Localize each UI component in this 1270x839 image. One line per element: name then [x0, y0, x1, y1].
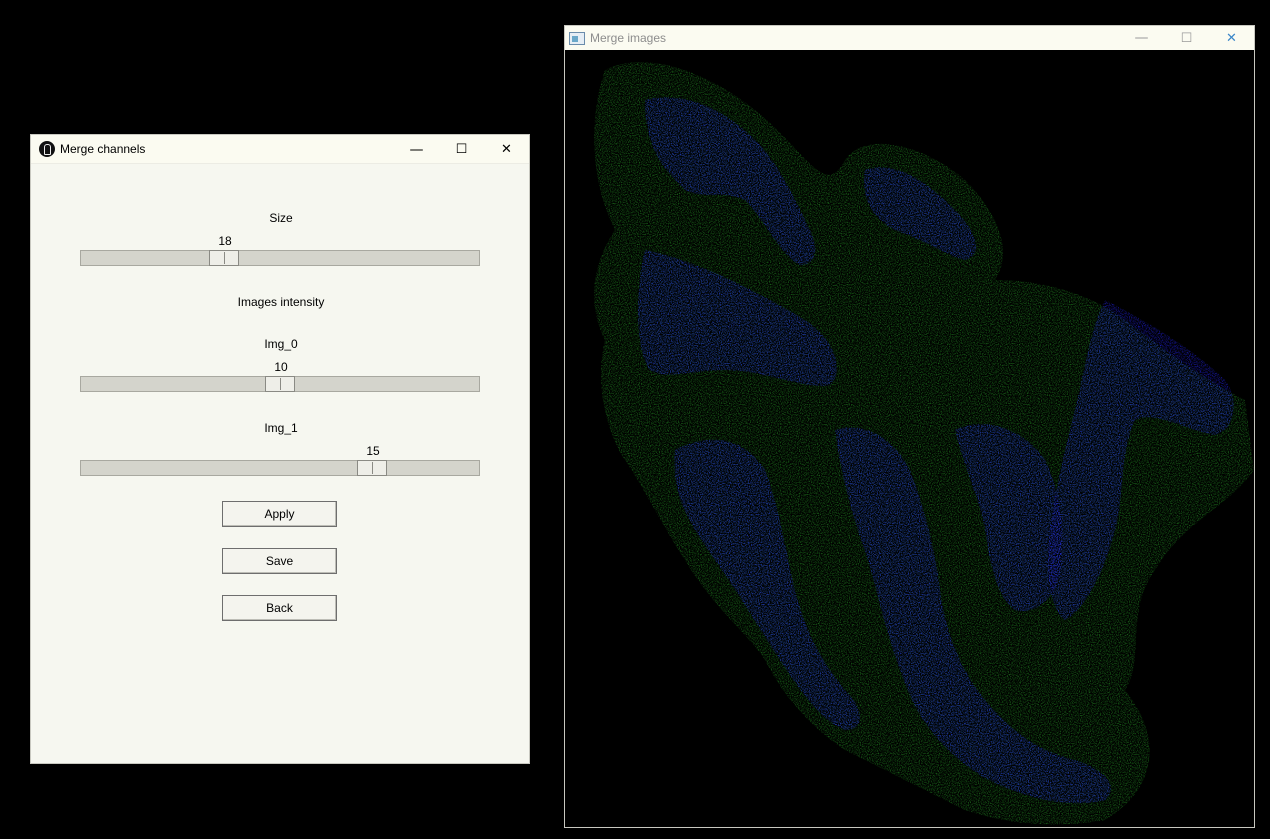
- merge-channels-window: Merge channels — ☐ ✕ Size 18 Images inte…: [30, 134, 530, 764]
- apply-button[interactable]: Apply: [222, 501, 337, 527]
- window-title: Merge channels: [60, 142, 146, 156]
- img0-value: 10: [274, 360, 288, 374]
- img0-label: Img_0: [264, 337, 298, 351]
- title-bar[interactable]: Merge images — ☐ ✕: [565, 26, 1254, 50]
- img1-slider-thumb[interactable]: [357, 460, 387, 476]
- merged-image[interactable]: [565, 50, 1254, 827]
- img1-value: 15: [366, 444, 380, 458]
- minimize-button[interactable]: —: [1119, 26, 1164, 50]
- img1-slider[interactable]: [80, 460, 480, 476]
- maximize-button[interactable]: ☐: [1164, 26, 1209, 50]
- img0-slider-thumb[interactable]: [265, 376, 295, 392]
- window-title: Merge images: [590, 31, 667, 45]
- size-label: Size: [269, 211, 293, 225]
- images-intensity-label: Images intensity: [237, 295, 325, 309]
- size-slider-thumb[interactable]: [209, 250, 239, 266]
- close-button[interactable]: ✕: [1209, 26, 1254, 50]
- close-button[interactable]: ✕: [484, 135, 529, 164]
- save-button[interactable]: Save: [222, 548, 337, 574]
- title-bar[interactable]: Merge channels — ☐ ✕: [31, 135, 529, 164]
- image-viewer-icon: [569, 31, 585, 45]
- merged-image-canvas: [594, 62, 1254, 825]
- maximize-button[interactable]: ☐: [439, 135, 484, 164]
- size-slider[interactable]: [80, 250, 480, 266]
- merge-images-window: Merge images — ☐ ✕: [564, 25, 1255, 828]
- app-icon: [39, 141, 55, 157]
- size-value: 18: [218, 234, 232, 248]
- img0-slider[interactable]: [80, 376, 480, 392]
- window-controls: — ☐ ✕: [394, 135, 529, 164]
- back-button[interactable]: Back: [222, 595, 337, 621]
- window-controls: — ☐ ✕: [1119, 26, 1254, 50]
- img1-label: Img_1: [264, 421, 298, 435]
- minimize-button[interactable]: —: [394, 135, 439, 164]
